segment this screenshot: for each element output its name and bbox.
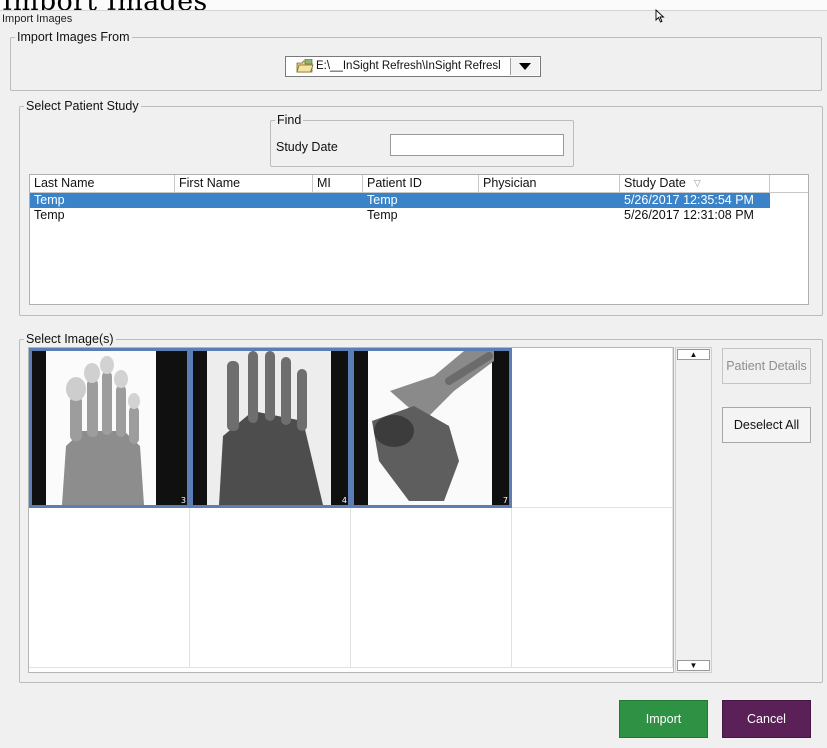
column-header-physician[interactable]: Physician (479, 175, 620, 192)
cell-study-date: 5/26/2017 12:35:54 PM (624, 193, 754, 207)
column-header-study-date-label: Study Date (624, 176, 686, 190)
column-header-study-date[interactable]: Study Date ▽ (620, 175, 770, 192)
image-number: 7 (502, 496, 508, 505)
deselect-all-button[interactable]: Deselect All (722, 407, 811, 443)
empty-thumbnail-slot (351, 508, 512, 668)
xray-foot-lateral-picture (354, 351, 509, 505)
thumbnail-grid: 3 4 7 (28, 347, 674, 673)
import-path-text: E:\__InSight Refresh\InSight Refresl (316, 60, 501, 72)
image-number: 3 (180, 496, 186, 505)
column-header-mi[interactable]: MI (313, 175, 363, 192)
thumbnail-scrollbar[interactable]: ▲ ▼ (675, 347, 712, 673)
patient-study-grid[interactable]: Last Name First Name MI Patient ID Physi… (29, 174, 809, 305)
mouse-cursor-icon (655, 9, 665, 23)
cell-physician (479, 193, 620, 208)
table-row[interactable]: Temp Temp 5/26/2017 12:35:54 PM (30, 193, 770, 208)
empty-thumbnail-slot (190, 508, 351, 668)
cell-mi (313, 208, 363, 223)
image-number: 4 (341, 496, 347, 505)
title-bar: Import Images Import Images (0, 0, 827, 27)
study-date-input[interactable] (390, 134, 564, 156)
cell-last-name: Temp (34, 208, 65, 222)
scroll-down-button[interactable]: ▼ (677, 660, 710, 671)
cell-last-name: Temp (34, 193, 65, 207)
grid-header: Last Name First Name MI Patient ID Physi… (30, 175, 808, 193)
scroll-up-button[interactable]: ▲ (677, 349, 710, 360)
thumbnail-image[interactable]: 4 (190, 348, 351, 508)
empty-thumbnail-slot (512, 348, 673, 508)
cell-patient-id: Temp (367, 193, 398, 207)
cell-study-date: 5/26/2017 12:31:08 PM (624, 208, 754, 222)
patient-study-label: Select Patient Study (26, 99, 139, 113)
scroll-down-arrow-icon: ▼ (689, 661, 698, 670)
xray-image (193, 351, 348, 505)
cell-physician (479, 208, 620, 223)
column-header-last-name[interactable]: Last Name (30, 175, 175, 192)
study-date-label: Study Date (276, 140, 338, 154)
import-button[interactable]: Import (619, 700, 708, 738)
column-header-first-name[interactable]: First Name (175, 175, 313, 192)
scroll-up-arrow-icon: ▲ (689, 350, 698, 359)
import-path-dropdown[interactable]: E:\__InSight Refresh\InSight Refresl (285, 56, 541, 77)
xray-foot-oblique-picture (193, 351, 348, 505)
cancel-button[interactable]: Cancel (722, 700, 811, 738)
thumbnail-image[interactable]: 3 (29, 348, 190, 508)
window-title-bar-text: Import Images (0, 10, 827, 27)
table-row[interactable]: Temp Temp 5/26/2017 12:31:08 PM (30, 208, 770, 223)
import-images-window: Import Images Import Images Import Image… (0, 0, 827, 748)
find-label: Find (277, 113, 302, 127)
chevron-down-icon (519, 63, 531, 70)
xray-foot-ap-picture (32, 351, 187, 505)
select-images-label: Select Image(s) (26, 332, 114, 346)
cell-first-name (175, 193, 313, 208)
xray-image (32, 351, 187, 505)
folder-icon (296, 59, 314, 73)
patient-details-button[interactable]: Patient Details (722, 348, 811, 384)
xray-image (354, 351, 509, 505)
sort-descending-icon: ▽ (693, 178, 701, 188)
column-header-patient-id[interactable]: Patient ID (363, 175, 479, 192)
path-dropdown-button[interactable] (510, 58, 539, 75)
empty-thumbnail-slot (512, 508, 673, 668)
thumbnail-image[interactable]: 7 (351, 348, 512, 508)
cell-mi (313, 193, 363, 208)
cell-first-name (175, 208, 313, 223)
cell-patient-id: Temp (367, 208, 398, 222)
empty-thumbnail-slot (29, 508, 190, 668)
import-from-label: Import Images From (17, 30, 130, 44)
